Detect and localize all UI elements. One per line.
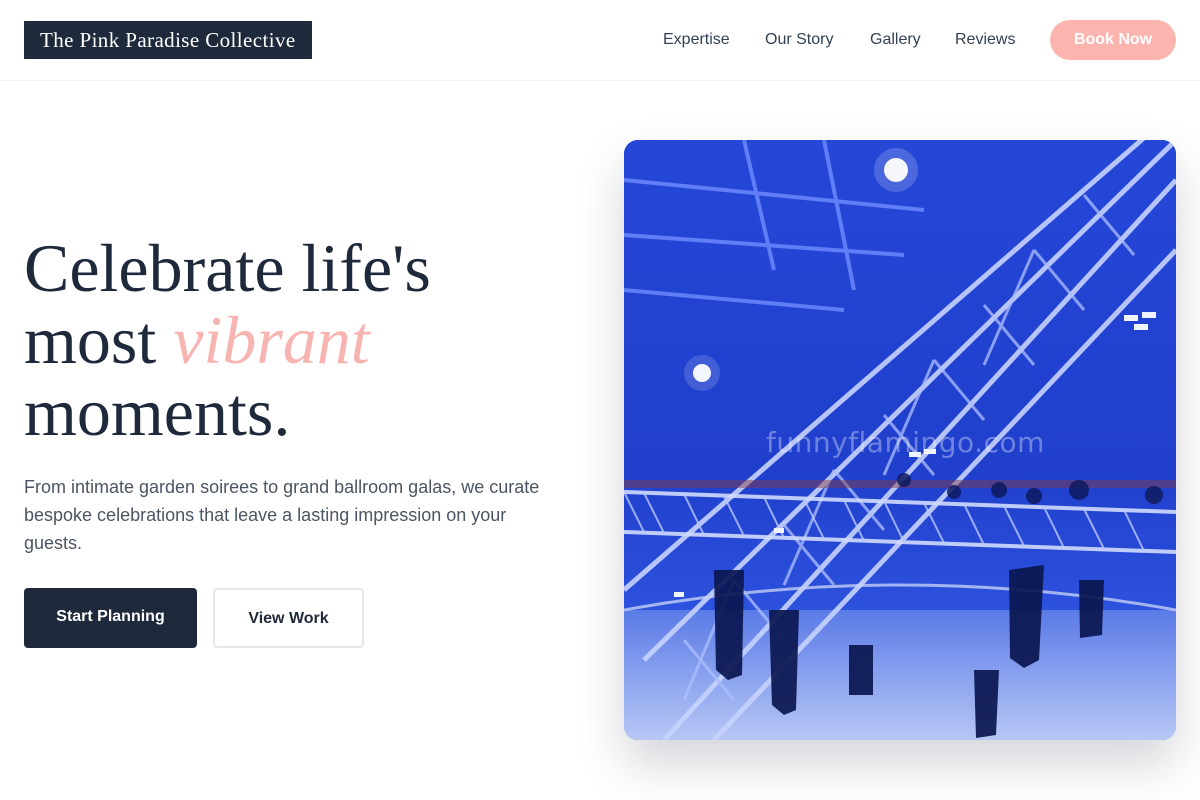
nav-link-expertise[interactable]: Expertise [663, 20, 730, 60]
brand-logo[interactable]: The Pink Paradise Collective [24, 21, 312, 59]
nav-link-our-story[interactable]: Our Story [765, 20, 833, 60]
hero-event-image: funnyflamingo.com [624, 140, 1176, 740]
site-header: The Pink Paradise Collective Expertise O… [0, 0, 1200, 81]
hero-subtext: From intimate garden soirees to grand ba… [24, 477, 540, 553]
headline-line-3: moments. [24, 374, 291, 450]
image-watermark: funnyflamingo.com [766, 426, 1045, 459]
headline-line-2-prefix: most [24, 302, 174, 378]
book-now-button[interactable]: Book Now [1050, 20, 1176, 60]
nav-link-reviews[interactable]: Reviews [955, 20, 1015, 60]
headline-line-1: Celebrate life's [24, 230, 431, 306]
hero-headline: Celebrate life's most vibrant moments. [24, 232, 584, 448]
nav-link-gallery[interactable]: Gallery [870, 20, 921, 60]
view-work-button[interactable]: View Work [213, 588, 364, 648]
start-planning-button[interactable]: Start Planning [24, 588, 197, 648]
headline-accent-word: vibrant [173, 302, 370, 378]
